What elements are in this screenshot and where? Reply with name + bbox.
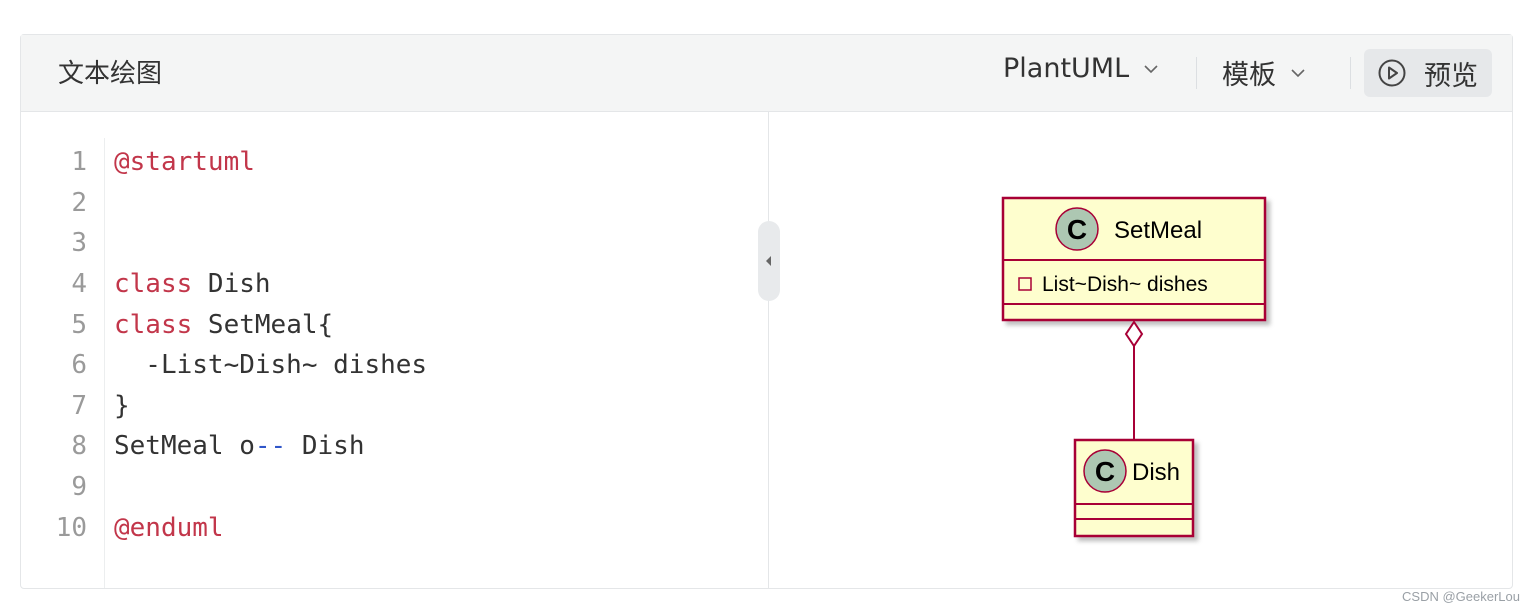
line-number: 3 [71,228,87,259]
code-token: Dish [286,431,365,462]
template-dropdown-label: 模板 [1222,60,1276,91]
language-dropdown-label: PlantUML [1003,53,1130,84]
code-line: 5 class SetMeal{ [21,304,427,345]
class-name: Dish [1132,459,1180,486]
language-dropdown[interactable]: PlantUML [1003,53,1159,84]
code-text: -List~Dish~ dishes [114,350,427,380]
code-keyword: @enduml [114,512,224,543]
toolbar-separator [1350,57,1351,89]
code-line: 1 @startuml [21,142,427,183]
panel-title: 文本绘图 [58,59,163,89]
aggregation-link [1124,320,1144,440]
code-keyword: class [114,309,193,340]
line-number: 1 [71,147,87,178]
class-name: SetMeal [1114,217,1202,244]
code-line: 8 SetMeal o-- Dish [21,426,427,467]
class-icon-letter: C [1067,214,1087,245]
preview-button[interactable]: 预览 [1364,49,1492,97]
code-text: class Dish [114,269,271,299]
code-token: SetMeal o [114,431,255,462]
code-line: 9 [21,467,427,508]
class-icon-letter: C [1095,456,1115,487]
line-number: 10 [55,512,87,543]
toolbar: 文本绘图 PlantUML 模板 预览 [21,35,1512,112]
code-text: SetMeal o-- Dish [114,431,364,461]
line-number: 5 [71,309,87,340]
code-text: @enduml [114,513,224,543]
line-number: 6 [71,350,87,381]
code-line: 3 [21,223,427,264]
code-keyword: class [114,269,193,300]
code-line: 7} [21,386,427,427]
aggregation-diamond-icon [1124,320,1144,348]
code-text: @startuml [114,147,255,177]
line-number: 2 [71,187,87,218]
diagram-preview: C SetMeal List~Dish~ dishes C Dish [769,112,1512,588]
class-setmeal: C SetMeal List~Dish~ dishes [1001,196,1267,322]
template-dropdown[interactable]: 模板 [1222,53,1306,92]
line-number: 7 [71,390,87,421]
line-number: 9 [71,472,87,503]
code-token: -List~Dish~ dishes [114,350,428,381]
code-token: SetMeal{ [192,309,334,340]
code-text: } [114,391,130,421]
code-line: 2 [21,183,427,224]
code-token: Dish [192,269,271,300]
play-circle-icon [1378,59,1406,87]
code-lines: 1 @startuml 2 3 4 class Dish 5 class SetMeal{ 6 … [21,142,427,548]
code-text: class SetMeal{ [114,310,333,340]
code-line: 10 @enduml [21,507,427,548]
chevron-down-icon [1144,64,1158,73]
watermark: CSDN @GeekerLou [1402,589,1520,604]
toolbar-separator [1196,57,1197,89]
line-number: 8 [71,431,87,462]
chevron-down-icon [1291,68,1305,77]
line-number: 4 [71,269,87,300]
code-line: 4 class Dish [21,264,427,305]
text-drawing-panel: 文本绘图 PlantUML 模板 预览 1 @startuml 2 3 4 class D… [20,34,1513,589]
code-editor[interactable]: 1 @startuml 2 3 4 class Dish 5 class SetMeal{ 6 … [21,112,768,588]
code-operator: -- [254,431,287,462]
uml-class-diagram: C SetMeal List~Dish~ dishes C Dish [1001,196,1267,538]
class-dish: C Dish [1073,438,1195,538]
code-token: } [114,390,130,421]
preview-button-label: 预览 [1424,60,1478,92]
class-field: List~Dish~ dishes [1042,273,1208,296]
code-keyword: @startuml [114,147,255,178]
code-line: 6 -List~Dish~ dishes [21,345,427,386]
